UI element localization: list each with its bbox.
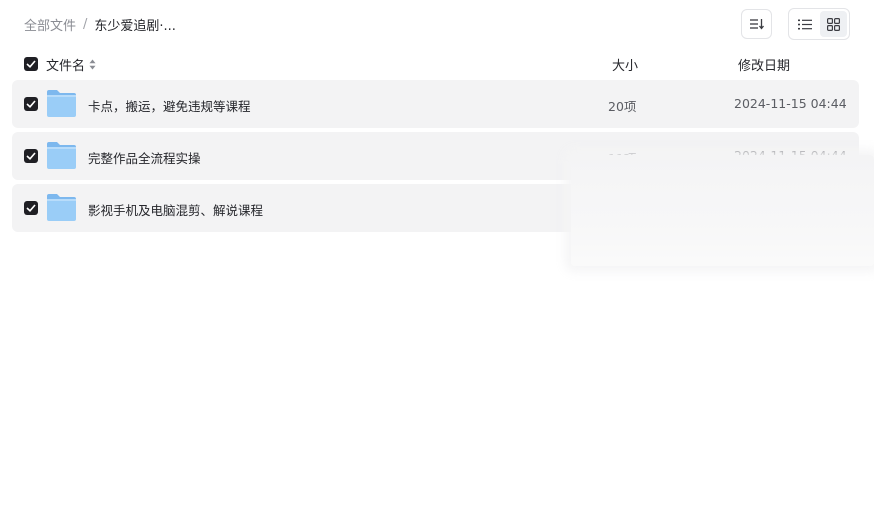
select-all-checkbox[interactable] [24, 57, 38, 71]
checkmark-icon [26, 204, 36, 212]
row-checkbox[interactable] [24, 201, 38, 215]
breadcrumb-root-link[interactable]: 全部文件 [24, 15, 76, 34]
row-checkbox[interactable] [24, 97, 38, 111]
breadcrumb-separator: / [83, 17, 88, 32]
breadcrumb-current: 东少爱追剧·... [94, 19, 176, 34]
sort-button[interactable] [741, 9, 772, 39]
column-header-name-label: 文件名 [46, 59, 86, 74]
folder-icon [47, 194, 76, 221]
view-toggle [788, 8, 850, 40]
blurred-overlay [571, 155, 874, 266]
folder-icon [47, 142, 76, 169]
checkmark-icon [26, 100, 36, 108]
top-bar: 全部文件 / 东少爱追剧·... [0, 0, 874, 48]
checkmark-icon [26, 152, 36, 160]
grid-view-button[interactable] [820, 11, 847, 37]
list-view-icon [797, 19, 812, 29]
column-header-name[interactable]: 文件名 [46, 55, 96, 74]
file-date: 2024-11-15 04:44 [734, 96, 847, 111]
file-name[interactable]: 完整作品全流程实操 [88, 148, 201, 167]
file-list-header: 文件名 大小 修改日期 [0, 52, 874, 76]
column-header-size[interactable]: 大小 [612, 55, 638, 74]
folder-icon [47, 90, 76, 117]
file-row[interactable]: 卡点，搬运，避免违规等课程 20项 2024-11-15 04:44 [12, 80, 859, 128]
grid-view-icon [827, 17, 840, 31]
sort-lines-icon [749, 19, 764, 30]
file-name[interactable]: 影视手机及电脑混剪、解说课程 [88, 200, 263, 219]
sort-arrows-icon [89, 59, 96, 70]
file-size: 20项 [608, 99, 637, 114]
row-checkbox[interactable] [24, 149, 38, 163]
column-header-date[interactable]: 修改日期 [738, 55, 790, 74]
breadcrumb: 全部文件 / 东少爱追剧·... [24, 15, 176, 34]
file-name[interactable]: 卡点，搬运，避免违规等课程 [88, 96, 251, 115]
checkmark-icon [26, 60, 36, 68]
list-view-button[interactable] [791, 11, 818, 37]
